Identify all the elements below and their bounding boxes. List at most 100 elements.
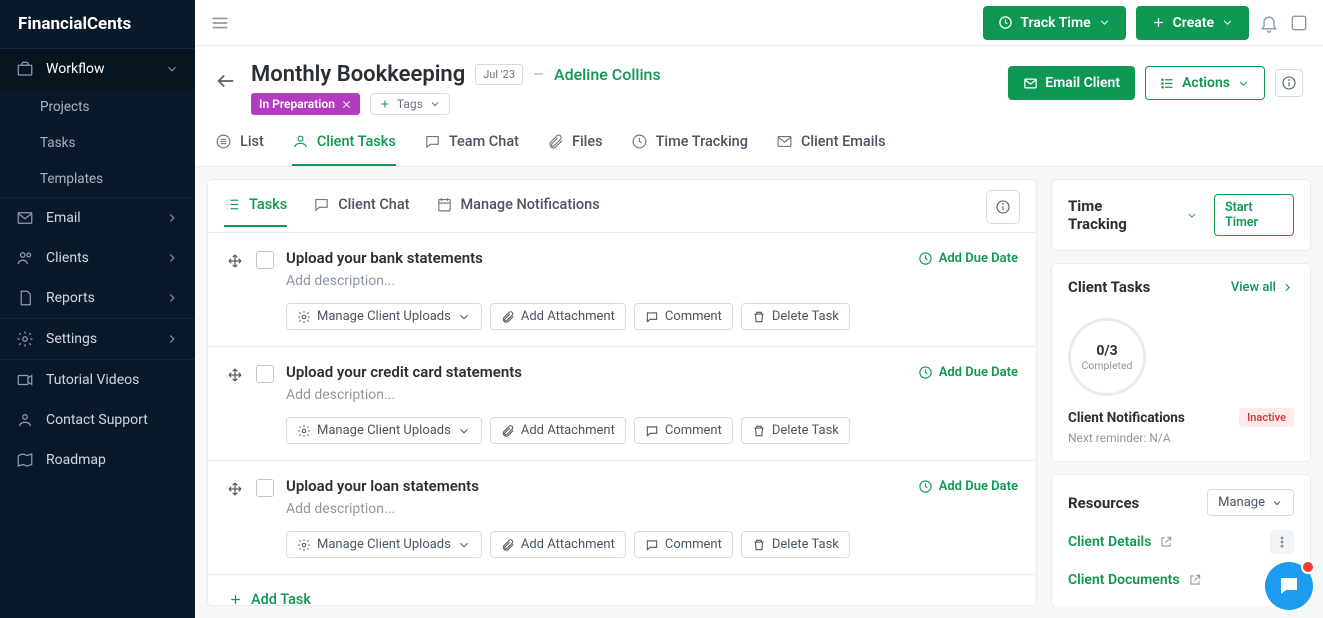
client-details-link[interactable]: Client Details (1068, 534, 1151, 550)
sidebar-label: Reports (46, 290, 153, 306)
client-link[interactable]: Adeline Collins (554, 65, 661, 84)
bell-icon[interactable] (1259, 13, 1279, 33)
external-link-icon (1188, 573, 1202, 587)
delete-task-button[interactable]: Delete Task (741, 303, 850, 330)
track-time-button[interactable]: Track Time (983, 6, 1125, 40)
chevron-right-icon (165, 291, 179, 305)
add-due-date-button[interactable]: Add Due Date (918, 479, 1018, 494)
task-title: Upload your credit card statements (286, 363, 906, 381)
chevron-down-icon (165, 62, 179, 76)
tab-list[interactable]: List (215, 133, 264, 166)
add-attachment-button[interactable]: Add Attachment (490, 303, 626, 330)
info-icon[interactable]: i (1147, 495, 1162, 510)
tags-button[interactable]: Tags (370, 93, 450, 115)
chevron-down-icon[interactable] (1186, 209, 1198, 222)
sidebar-item-clients[interactable]: Clients (0, 238, 195, 278)
sidebar-item-tutorial[interactable]: Tutorial Videos (0, 360, 195, 400)
task-description[interactable]: Add description... (286, 387, 906, 403)
status-pill[interactable]: In Preparation (251, 93, 360, 115)
panel-info-button[interactable] (986, 190, 1020, 224)
tab-client-tasks[interactable]: Client Tasks (292, 133, 396, 166)
client-documents-link[interactable]: Client Documents (1068, 572, 1180, 588)
tags-label: Tags (397, 97, 423, 111)
user-icon (292, 133, 309, 150)
task-row: Upload your bank statementsAdd descripti… (208, 233, 1036, 347)
task-checkbox[interactable] (256, 365, 274, 383)
delete-task-button[interactable]: Delete Task (741, 531, 850, 558)
info-icon (995, 199, 1011, 215)
info-button[interactable] (1275, 69, 1303, 97)
task-description[interactable]: Add description... (286, 501, 906, 517)
add-attachment-button[interactable]: Add Attachment (490, 531, 626, 558)
comment-button[interactable]: Comment (634, 531, 733, 558)
back-arrow-icon[interactable] (215, 70, 237, 92)
drag-handle-icon[interactable] (226, 252, 244, 270)
paperclip-icon (501, 424, 515, 438)
tab-files[interactable]: Files (547, 133, 603, 166)
sidebar-label: Contact Support (46, 412, 179, 428)
actions-button[interactable]: Actions (1145, 66, 1265, 100)
subtab-manage-notifications[interactable]: Manage Notifications (436, 196, 600, 227)
sidebar-sub-tasks[interactable]: Tasks (0, 125, 195, 161)
gear-icon (16, 330, 34, 348)
clock-icon (998, 15, 1013, 30)
sidebar-sub-projects[interactable]: Projects (0, 89, 195, 125)
sidebar-item-email[interactable]: Email (0, 198, 195, 238)
trash-icon (752, 538, 766, 552)
brand-logo: FinancialCents (0, 0, 195, 48)
sidebar-item-settings[interactable]: Settings (0, 319, 195, 359)
tab-client-emails[interactable]: Client Emails (776, 133, 886, 166)
sidebar-item-support[interactable]: Contact Support (0, 400, 195, 440)
sidebar-item-workflow[interactable]: Workflow (0, 49, 195, 89)
task-row: Upload your credit card statements Add de… (208, 347, 1036, 461)
manage-uploads-button[interactable]: Manage Client Uploads (286, 417, 482, 444)
sidebar-sub-templates[interactable]: Templates (0, 161, 195, 197)
view-all-link[interactable]: View all (1231, 280, 1294, 295)
page-title: Monthly Bookkeeping (251, 62, 465, 87)
task-checkbox[interactable] (256, 251, 274, 269)
create-button[interactable]: Create (1136, 6, 1249, 40)
subtab-client-chat[interactable]: Client Chat (313, 196, 409, 227)
more-menu[interactable] (1270, 530, 1294, 554)
task-checkbox[interactable] (256, 479, 274, 497)
primary-tabs: List Client Tasks Team Chat Files Time T… (195, 115, 1323, 167)
add-task-button[interactable]: Add Task (208, 575, 1036, 606)
hamburger-icon[interactable] (209, 12, 231, 34)
comment-button[interactable]: Comment (634, 303, 733, 330)
email-client-button[interactable]: Email Client (1008, 66, 1135, 100)
add-due-date-button[interactable]: Add Due Date (918, 251, 1018, 266)
tab-time-tracking[interactable]: Time Tracking (631, 133, 748, 166)
sidebar: FinancialCents Workflow Projects Tasks T… (0, 0, 195, 618)
close-icon[interactable] (341, 99, 352, 110)
task-description[interactable]: Add description... (286, 273, 906, 289)
plus-icon (379, 98, 391, 110)
subtab-label: Manage Notifications (461, 196, 600, 213)
chevron-down-icon (1237, 77, 1250, 90)
sidebar-item-roadmap[interactable]: Roadmap (0, 440, 195, 480)
manage-uploads-button[interactable]: Manage Client Uploads (286, 303, 482, 330)
track-time-label: Track Time (1020, 15, 1090, 31)
delete-task-button[interactable]: Delete Task (741, 417, 850, 444)
chat-fab[interactable] (1265, 562, 1313, 610)
panel-icon[interactable] (1289, 13, 1309, 33)
tab-team-chat[interactable]: Team Chat (424, 133, 519, 166)
resources-title: Resources (1068, 494, 1139, 512)
chevron-down-icon (1271, 497, 1283, 509)
drag-handle-icon[interactable] (226, 366, 244, 384)
add-task-label: Add Task (251, 591, 311, 606)
add-attachment-button[interactable]: Add Attachment (490, 417, 626, 444)
dots-icon (1275, 535, 1289, 549)
add-due-date-button[interactable]: Add Due Date (918, 365, 1018, 380)
plus-icon (1151, 15, 1166, 30)
manage-uploads-button[interactable]: Manage Client Uploads (286, 531, 482, 558)
calendar-icon (436, 196, 453, 213)
manage-dropdown[interactable]: Manage (1207, 489, 1294, 516)
sidebar-item-reports[interactable]: Reports (0, 278, 195, 318)
info-icon[interactable]: i (1158, 280, 1173, 295)
subtab-tasks[interactable]: Tasks (224, 196, 287, 227)
drag-handle-icon[interactable] (226, 480, 244, 498)
start-timer-button[interactable]: Start Timer (1214, 194, 1294, 236)
info-icon[interactable]: i (1164, 208, 1178, 223)
comment-button[interactable]: Comment (634, 417, 733, 444)
sidebar-label: Roadmap (46, 452, 179, 468)
